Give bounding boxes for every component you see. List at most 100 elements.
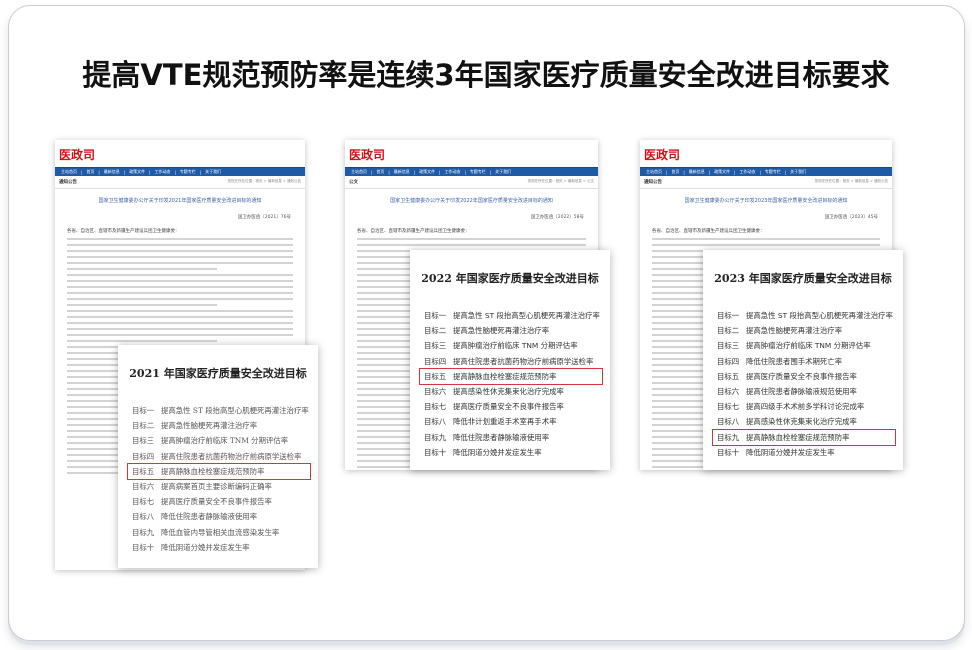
goal-number: 目标五: [717, 371, 740, 381]
body-text-line: [67, 322, 293, 324]
goal-item: 目标六 提高病案首页主要诊断编码正确率: [128, 479, 310, 494]
nav-item[interactable]: 首页: [376, 169, 384, 175]
body-text-line: [67, 292, 293, 294]
goal-text: 提高静脉血栓栓塞症规范预防率: [746, 432, 850, 442]
goal-number: 目标三: [717, 341, 740, 351]
goal-item: 目标九 降低住院患者静脉输液使用率: [420, 430, 602, 445]
document-title: 国家卫生健康委办公厅关于印发2023年国家医疗质量安全改进目标的通知: [684, 198, 848, 204]
goal-item: 目标九 提高静脉血栓栓塞症规范预防率: [712, 428, 896, 446]
nav-item[interactable]: 最新信息: [394, 169, 410, 175]
nav-item[interactable]: 工作动态: [444, 169, 460, 175]
nav-item[interactable]: 政策文件: [129, 169, 145, 175]
goal-text: 提高肿瘤治疗前临床 TNM 分期评估率: [161, 436, 289, 446]
section-name: 通知公告: [644, 180, 662, 185]
nav-item[interactable]: 主站首页: [646, 169, 662, 175]
nav-divider: |: [199, 169, 202, 175]
goal-text: 提高住院患者抗菌药物治疗前病原学送检率: [453, 356, 594, 366]
body-text-line: [67, 298, 293, 300]
section-header: 通知公告 您现在所在位置：首页 > 最新信息 > 通知公告: [55, 176, 305, 189]
nav-divider: |: [81, 169, 83, 175]
nav-divider: |: [123, 169, 126, 175]
nav-item[interactable]: 最新信息: [689, 169, 705, 175]
section-header: 公文 您现在所在位置：首页 > 最新信息 > 公文: [345, 176, 598, 189]
goal-text: 提高急性脑梗死再灌注治疗率: [453, 326, 550, 336]
nav-item[interactable]: 主站首页: [351, 169, 367, 175]
nav-item[interactable]: 专题专栏: [470, 169, 486, 175]
nav-divider: |: [759, 169, 761, 175]
goal-item: 目标七 提高医疗质量安全不良事件报告率: [420, 399, 602, 414]
goals-list: 目标一 提高急性 ST 段抬高型心肌梗死再灌注治疗率 目标二 提高急性脑梗死再灌注治疗…: [703, 308, 903, 460]
goal-item: 目标五 提高静脉血栓栓塞症规范预防率: [419, 367, 603, 385]
goal-item: 目标七 提高医疗质量安全不良事件报告率: [128, 494, 310, 509]
goal-item: 目标八 提高感染性休克集束化治疗完成率: [713, 414, 895, 429]
nav-item[interactable]: 主站首页: [61, 169, 77, 175]
goal-item: 目标二 提高急性脑梗死再灌注治疗率: [420, 323, 602, 338]
goal-text: 降低住院患者围手术期死亡率: [746, 356, 843, 366]
goal-number: 目标三: [424, 341, 447, 351]
goal-text: 提高感染性休克集束化治疗完成率: [453, 386, 564, 396]
goal-text: 降低阴道分娩并发症发生率: [746, 447, 835, 457]
goal-item: 目标四 降低住院患者围手术期死亡率: [713, 354, 895, 369]
goal-number: 目标九: [132, 527, 155, 537]
nav-item[interactable]: 首页: [86, 169, 94, 175]
nav-divider: |: [371, 169, 373, 175]
goal-text: 提高静脉血栓栓塞症规范预防率: [453, 371, 557, 381]
goal-text: 降低住院患者静脉输液使用率: [161, 512, 258, 522]
goal-text: 提高医疗质量安全不良事件报告率: [746, 371, 857, 381]
document-salutation: 各省、自治区、直辖市及新疆生产建设兵团卫生健康委：: [357, 229, 470, 234]
goal-number: 目标九: [717, 432, 740, 442]
site-logo: 医政司: [349, 148, 386, 162]
nav-item[interactable]: 关于我们: [790, 169, 806, 175]
card-title: 2023 年国家医疗质量安全改进目标: [714, 272, 892, 285]
nav-item[interactable]: 政策文件: [419, 169, 435, 175]
goal-number: 目标五: [424, 371, 447, 381]
goal-item: 目标八 降低非计划重返手术室再手术率: [420, 414, 602, 429]
body-text-line: [67, 256, 293, 258]
goal-number: 目标四: [424, 356, 447, 366]
nav-item[interactable]: 专题专栏: [180, 169, 196, 175]
nav-divider: |: [708, 169, 711, 175]
goal-number: 目标一: [424, 311, 447, 320]
goal-text: 提高静脉血栓栓塞症规范预防率: [161, 466, 265, 476]
nav-bar: 主站首页 | 首页 | 最新信息 | 政策文件 | 工作动态 | 专题专栏 | 关于我们: [345, 167, 598, 176]
nav-divider: |: [464, 169, 466, 175]
nav-divider: |: [413, 169, 416, 175]
body-text-line: [357, 238, 586, 240]
breadcrumb: 您现在所在位置：首页 > 最新信息 > 公文: [527, 179, 594, 183]
nav-divider: |: [98, 169, 100, 175]
nav-divider: |: [174, 169, 176, 175]
goal-number: 目标七: [132, 497, 155, 507]
nav-item[interactable]: 首页: [671, 169, 679, 175]
goal-item: 目标一 提高急性 ST 段抬高型心肌梗死再灌注治疗率: [420, 308, 602, 323]
nav-item[interactable]: 政策文件: [714, 169, 730, 175]
body-text-line: [67, 316, 293, 318]
goal-text: 提高急性 ST 段抬高型心肌梗死再灌注治疗率: [746, 311, 893, 320]
goal-item: 目标四 提高住院患者抗菌药物治疗前病原学送检率: [420, 354, 602, 369]
nav-divider: |: [388, 169, 390, 175]
nav-item[interactable]: 专题专栏: [765, 169, 781, 175]
goal-number: 目标八: [424, 417, 447, 427]
site-logo: 医政司: [644, 148, 681, 162]
nav-item[interactable]: 关于我们: [495, 169, 511, 175]
goal-item: 目标六 提高住院患者静脉输液规范使用率: [713, 384, 895, 399]
goal-item: 目标二 提高急性脑梗死再灌注治疗率: [713, 323, 895, 338]
body-text-line: [67, 268, 217, 270]
goal-text: 提高肿瘤治疗前临床 TNM 分期评估率: [453, 341, 578, 351]
nav-item[interactable]: 工作动态: [154, 169, 170, 175]
nav-divider: |: [734, 169, 736, 175]
goal-item: 目标三 提高肿瘤治疗前临床 TNM 分期评估率: [420, 338, 602, 353]
section-header: 通知公告 您现在所在位置：首页 > 最新信息 > 通知公告: [640, 176, 892, 189]
nav-item[interactable]: 最新信息: [104, 169, 120, 175]
nav-item[interactable]: 关于我们: [205, 169, 221, 175]
goal-item: 目标十 降低阴道分娩并发症发生率: [128, 540, 310, 555]
document-number: 国卫办医函〔2022〕58号: [530, 215, 584, 220]
nav-item[interactable]: 工作动态: [739, 169, 755, 175]
goal-text: 降低阴道分娩并发症发生率: [453, 447, 542, 457]
body-text-line: [67, 334, 293, 336]
goal-text: 提高住院患者抗菌药物治疗前病原学送检率: [161, 451, 302, 461]
goal-number: 目标十: [132, 542, 155, 552]
slide-title: 提高VTE规范预防率是连续3年国家医疗质量安全改进目标要求: [82, 58, 890, 92]
body-text-line: [67, 244, 293, 246]
document-title: 国家卫生健康委办公厅关于印发2021年国家医疗质量安全改进目标的通知: [98, 198, 262, 204]
goal-item: 目标五 提高静脉血栓栓塞症规范预防率: [127, 462, 311, 480]
